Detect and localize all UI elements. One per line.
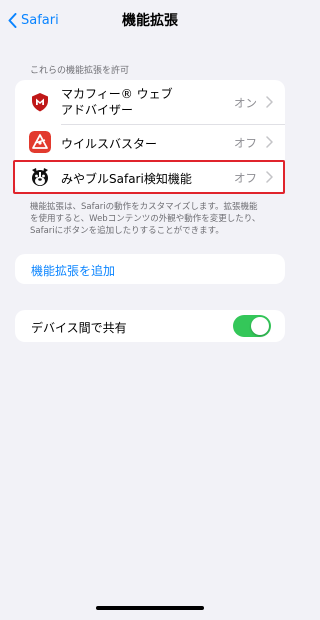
extension-row-mcafee[interactable]: マカフィー® ウェブ アドバイザー オン — [15, 80, 285, 124]
chevron-right-icon — [266, 96, 273, 108]
extension-name-line2: アドバイザー — [61, 103, 134, 117]
add-extension-button[interactable]: 機能拡張を追加 — [15, 254, 285, 284]
extension-status: オン — [234, 96, 257, 110]
extension-name: ウイルスバスター — [61, 137, 158, 151]
extension-status: オフ — [234, 136, 257, 150]
add-extension-label: 機能拡張を追加 — [31, 264, 116, 278]
page-title: 機能拡張 — [122, 13, 178, 29]
chevron-right-icon — [266, 136, 273, 148]
highlight-box — [13, 160, 285, 194]
virusbuster-icon — [29, 131, 51, 153]
share-label: デバイス間で共有 — [31, 321, 127, 335]
description-line: Safariにボタンを追加したりすることができます。 — [30, 226, 224, 236]
extension-name-line1: マカフィー® ウェブ — [61, 87, 173, 101]
extension-row-virusbuster[interactable]: ウイルスバスター オフ — [15, 125, 285, 160]
section-header: これらの機能拡張を許可 — [30, 66, 130, 76]
home-indicator — [96, 606, 204, 610]
share-toggle[interactable] — [233, 315, 271, 337]
description-line: 機能拡張は、Safariの動作をカスタマイズします。拡張機能 — [30, 202, 258, 212]
description-text: 機能拡張は、Safariの動作をカスタマイズします。拡張機能 を使用すると、We… — [30, 201, 275, 237]
extension-name: マカフィー® ウェブ アドバイザー — [61, 86, 173, 118]
mcafee-icon — [29, 91, 51, 113]
navigation-bar: Safari 機能拡張 — [0, 0, 300, 44]
toggle-knob — [251, 317, 269, 335]
share-across-devices-row: デバイス間で共有 — [15, 310, 285, 342]
description-line: を使用すると、Webコンテンツの外観や動作を変更したり、 — [30, 214, 261, 224]
